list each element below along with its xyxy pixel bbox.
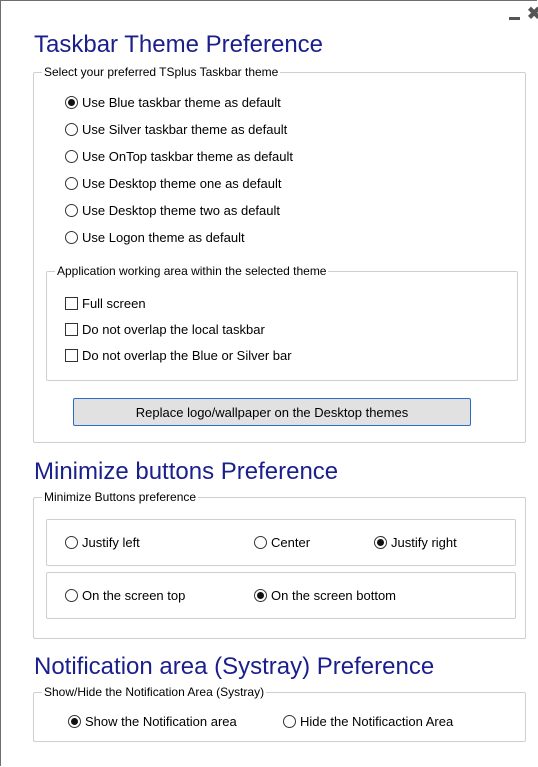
theme-option-logon[interactable]: Use Logon theme as default bbox=[65, 230, 245, 245]
radio-icon bbox=[254, 536, 267, 549]
radio-icon bbox=[65, 231, 78, 244]
theme-option-desktop-two[interactable]: Use Desktop theme two as default bbox=[65, 203, 280, 218]
radio-selected-icon bbox=[254, 589, 267, 602]
radio-icon bbox=[65, 177, 78, 190]
screen-top-option[interactable]: On the screen top bbox=[65, 588, 185, 603]
position-option-label: On the screen bottom bbox=[271, 588, 397, 603]
justify-option-label: Justify left bbox=[82, 535, 140, 550]
theme-option-desktop-one[interactable]: Use Desktop theme one as default bbox=[65, 176, 281, 191]
notification-group-label: Show/Hide the Notification Area (Systray… bbox=[42, 685, 267, 699]
radio-icon bbox=[65, 536, 78, 549]
working-area-group-label: Application working area within the sele… bbox=[55, 264, 329, 278]
checkbox-icon bbox=[65, 297, 78, 310]
radio-icon bbox=[65, 150, 78, 163]
taskbar-theme-group-label: Select your preferred TSplus Taskbar the… bbox=[42, 65, 281, 79]
checkbox-icon bbox=[65, 323, 78, 336]
position-option-label: On the screen top bbox=[82, 588, 186, 603]
justify-option-label: Justify right bbox=[391, 535, 457, 550]
minimize-heading: Minimize buttons Preference bbox=[34, 458, 339, 485]
radio-selected-icon bbox=[374, 536, 387, 549]
notification-option-label: Hide the Notificaction Area bbox=[300, 714, 454, 729]
close-icon: ✖ bbox=[527, 4, 538, 23]
taskbar-theme-heading: Taskbar Theme Preference bbox=[34, 31, 324, 58]
theme-option-silver[interactable]: Use Silver taskbar theme as default bbox=[65, 122, 287, 137]
radio-icon bbox=[65, 589, 78, 602]
justify-center-option[interactable]: Center bbox=[254, 535, 310, 550]
working-area-no-overlap-bar[interactable]: Do not overlap the Blue or Silver bar bbox=[65, 348, 292, 363]
theme-option-blue[interactable]: Use Blue taskbar theme as default bbox=[65, 95, 281, 110]
radio-icon bbox=[65, 204, 78, 217]
checkbox-label: Full screen bbox=[82, 296, 146, 311]
theme-option-label: Use OnTop taskbar theme as default bbox=[82, 149, 294, 164]
radio-icon bbox=[283, 715, 296, 728]
theme-option-label: Use Logon theme as default bbox=[82, 230, 245, 245]
checkbox-label: Do not overlap the Blue or Silver bar bbox=[82, 348, 292, 363]
checkbox-icon bbox=[65, 349, 78, 362]
working-area-full-screen[interactable]: Full screen bbox=[65, 296, 146, 311]
checkbox-label: Do not overlap the local taskbar bbox=[82, 322, 265, 337]
working-area-no-overlap-local[interactable]: Do not overlap the local taskbar bbox=[65, 322, 265, 337]
notification-heading: Notification area (Systray) Preference bbox=[34, 653, 435, 680]
hide-notification-option[interactable]: Hide the Notificaction Area bbox=[283, 714, 453, 729]
radio-selected-icon bbox=[65, 96, 78, 109]
screen-bottom-option[interactable]: On the screen bottom bbox=[254, 588, 396, 603]
justify-option-label: Center bbox=[271, 535, 311, 550]
theme-option-label: Use Desktop theme one as default bbox=[82, 176, 282, 191]
minimize-window-button[interactable] bbox=[509, 3, 523, 25]
radio-selected-icon bbox=[68, 715, 81, 728]
theme-option-label: Use Blue taskbar theme as default bbox=[82, 95, 281, 110]
settings-panel: ✖ Taskbar Theme Preference Select your p… bbox=[0, 0, 538, 766]
minimize-icon bbox=[509, 16, 520, 20]
theme-option-label: Use Silver taskbar theme as default bbox=[82, 122, 288, 137]
theme-option-label: Use Desktop theme two as default bbox=[82, 203, 280, 218]
justify-left-option[interactable]: Justify left bbox=[65, 535, 140, 550]
theme-option-ontop[interactable]: Use OnTop taskbar theme as default bbox=[65, 149, 293, 164]
show-notification-option[interactable]: Show the Notification area bbox=[68, 714, 237, 729]
radio-icon bbox=[65, 123, 78, 136]
notification-option-label: Show the Notification area bbox=[85, 714, 237, 729]
close-window-button[interactable]: ✖ bbox=[527, 3, 538, 25]
minimize-group-label: Minimize Buttons preference bbox=[42, 490, 199, 504]
justify-right-option[interactable]: Justify right bbox=[374, 535, 457, 550]
replace-logo-wallpaper-button[interactable]: Replace logo/wallpaper on the Desktop th… bbox=[73, 398, 471, 426]
